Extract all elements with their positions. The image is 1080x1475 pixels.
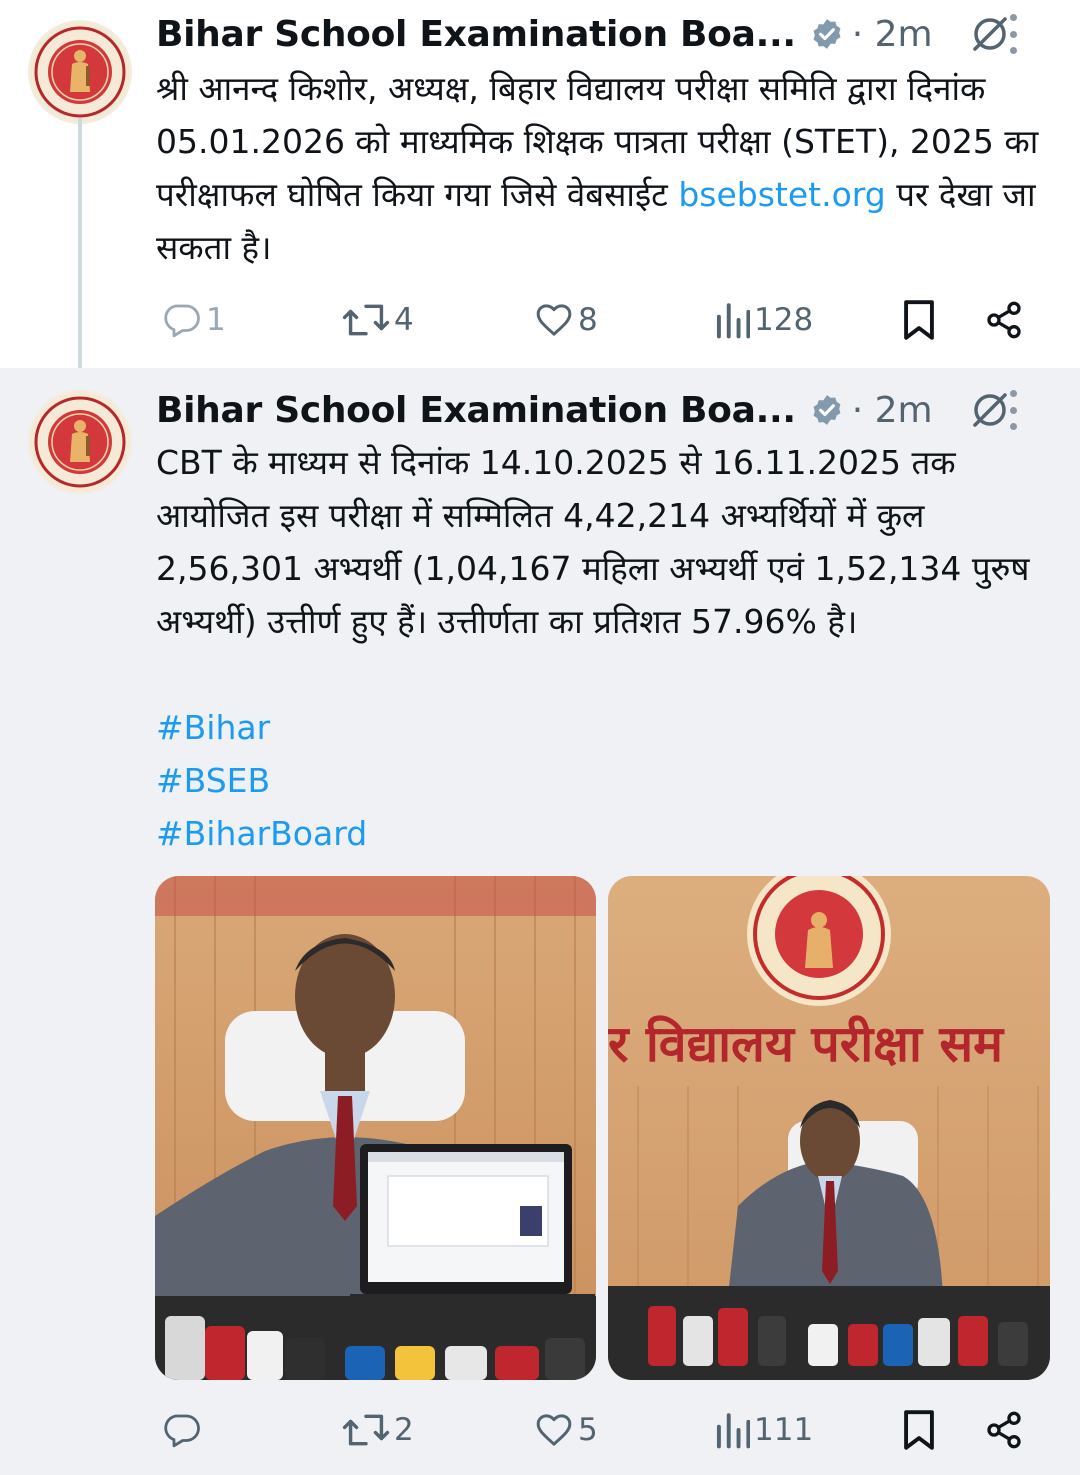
like-count: 5 [578,1412,598,1448]
bookmark-icon [904,300,934,340]
grok-icon[interactable] [969,13,1011,55]
repost-icon [342,304,390,336]
views-icon [716,303,750,339]
press-conference-photo-2: र विद्यालय परीक्षा सम [608,876,1050,1380]
repost-button[interactable]: 2 [342,1400,414,1460]
bseb-logo-icon [30,22,130,122]
avatar[interactable] [28,390,132,494]
share-icon [987,301,1021,339]
timestamp[interactable]: · 2m [852,390,933,431]
tweet-photo-2[interactable]: र विद्यालय परीक्षा सम [608,876,1050,1380]
repost-button[interactable]: 4 [342,290,414,350]
tweet-photo-1[interactable] [155,876,596,1380]
like-count: 8 [578,302,598,338]
repost-count: 2 [394,1412,414,1448]
hashtag-bseb[interactable]: #BSEB [156,754,1056,807]
author-name[interactable]: Bihar School Examination Boa... [156,14,796,55]
like-button[interactable]: 5 [534,1400,598,1460]
more-icon[interactable] [1008,14,1018,54]
share-button[interactable] [984,290,1024,350]
action-bar: 1 4 8 128 [156,290,1036,350]
time-value: 2m [874,13,933,55]
view-count: 111 [754,1412,814,1448]
avatar[interactable] [28,20,132,124]
like-button[interactable]: 8 [534,290,598,350]
tweet-text: श्री आनन्द किशोर, अध्यक्ष, बिहार विद्याल… [156,62,1056,274]
repost-icon [342,1414,390,1446]
tweet-1[interactable]: Bihar School Examination Boa... · 2m श्र… [0,0,1080,390]
views-button[interactable]: 111 [714,1400,813,1460]
action-bar: 2 5 111 [156,1400,1036,1460]
bookmark-button[interactable] [900,290,938,350]
reply-button[interactable] [160,1400,206,1460]
timestamp[interactable]: · 2m [852,14,933,55]
bseb-logo-icon [30,392,130,492]
reply-count: 1 [206,302,226,338]
reply-button[interactable]: 1 [160,290,226,350]
share-icon [987,1411,1021,1449]
bookmark-icon [904,1410,934,1450]
views-icon [716,1413,750,1449]
press-conference-photo-1 [155,876,596,1380]
bookmark-button[interactable] [900,1400,938,1460]
hashtag-biharboard[interactable]: #BiharBoard [156,807,1056,860]
more-icon[interactable] [1008,390,1018,430]
tweet-header: Bihar School Examination Boa... · 2m [156,10,1056,58]
like-icon [536,1414,572,1446]
author-name[interactable]: Bihar School Examination Boa... [156,390,796,431]
grok-icon[interactable] [969,389,1011,431]
website-link[interactable]: bsebstet.org [678,175,885,214]
tweet-header: Bihar School Examination Boa... · 2m [156,386,1056,434]
verified-badge-icon [813,19,841,49]
verified-badge-icon [813,395,841,425]
tweet-text: CBT के माध्यम से दिनांक 14.10.2025 से 16… [156,436,1056,860]
time-value: 2m [874,389,933,431]
view-count: 128 [754,302,814,338]
repost-count: 4 [394,302,414,338]
thread-line [78,118,82,390]
share-button[interactable] [984,1400,1024,1460]
reply-icon [164,1414,200,1448]
tweet-text-part: CBT के माध्यम से दिनांक 14.10.2025 से 16… [156,443,1030,641]
hashtag-bihar[interactable]: #Bihar [156,701,1056,754]
wall-lettering: र विद्यालय परीक्षा सम [608,1015,1005,1073]
views-button[interactable]: 128 [714,290,813,350]
like-icon [536,304,572,336]
reply-icon [164,304,200,338]
